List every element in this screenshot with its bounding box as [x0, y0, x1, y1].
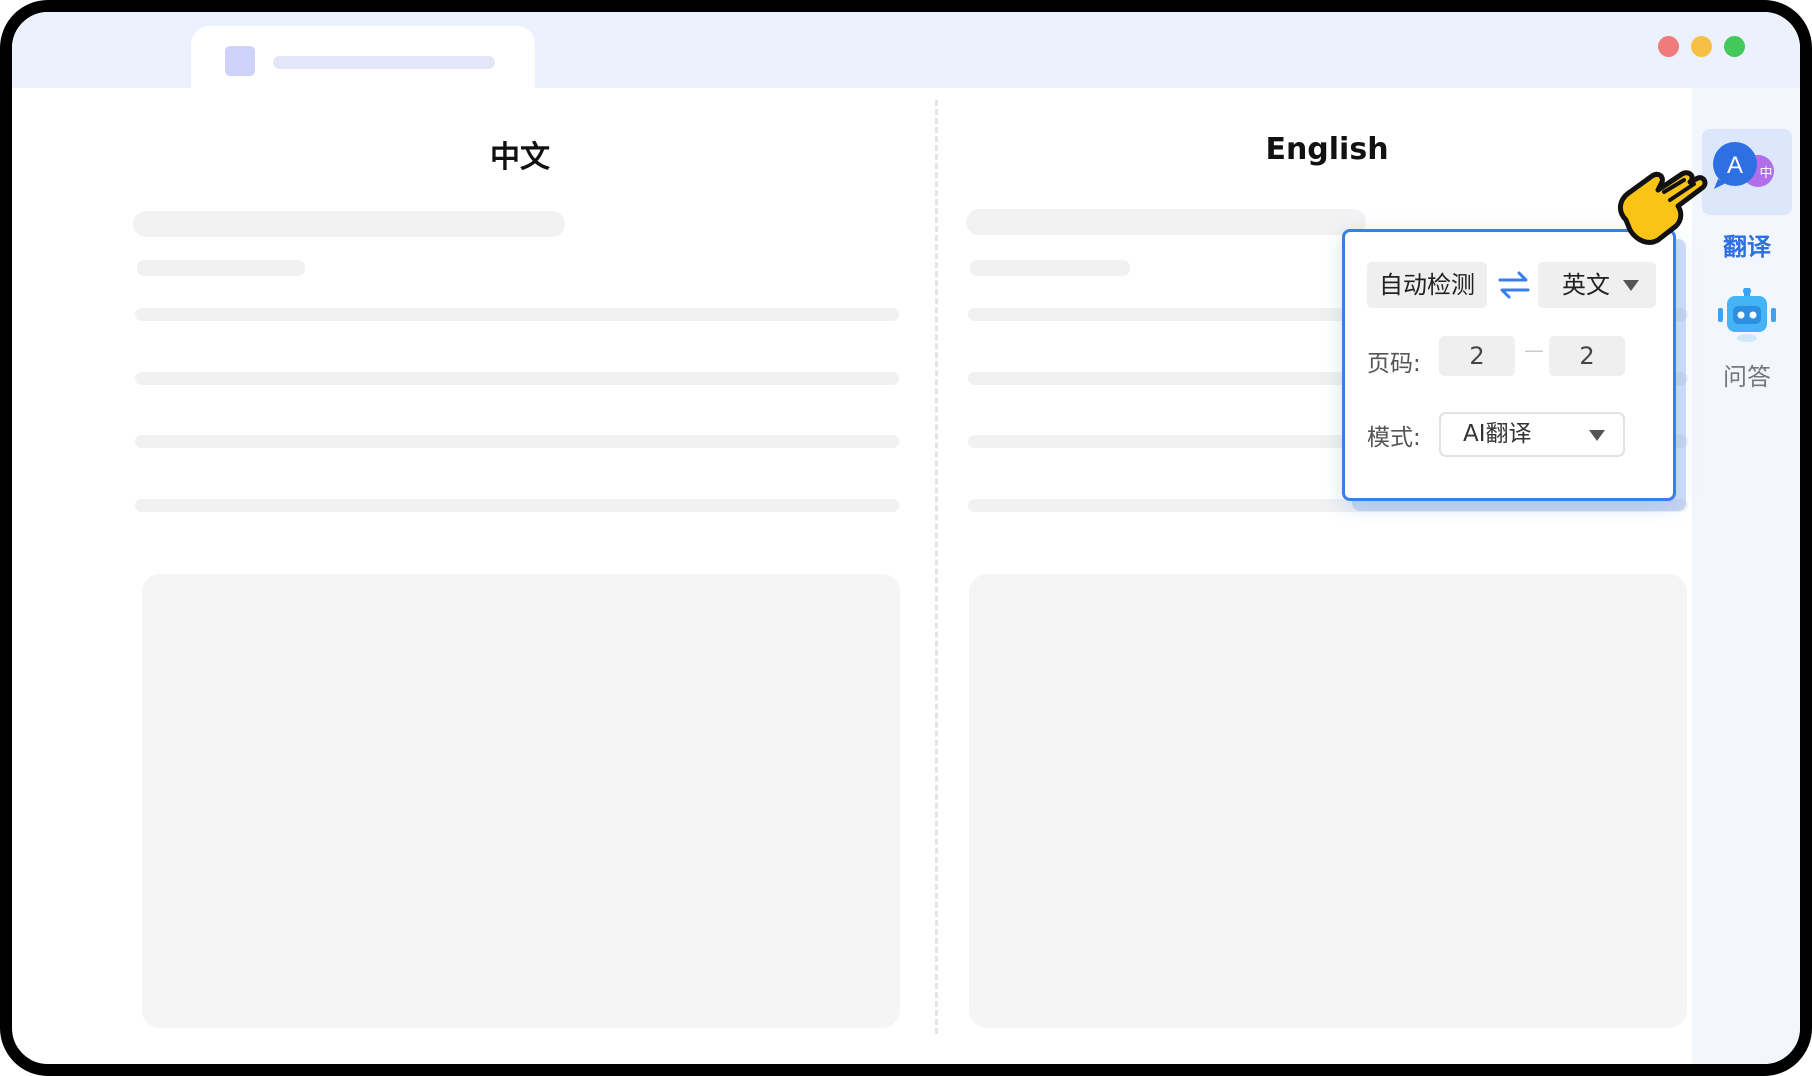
skeleton-heading	[133, 211, 565, 237]
document-tab[interactable]	[191, 26, 535, 100]
document-icon	[225, 46, 255, 76]
robot-icon	[1718, 288, 1776, 342]
chevron-down-icon	[1623, 280, 1639, 291]
target-language-select[interactable]: 英文	[1538, 262, 1656, 308]
title-bar	[12, 12, 1800, 100]
mode-value: AI翻译	[1463, 421, 1532, 447]
mode-select[interactable]: AI翻译	[1439, 412, 1625, 457]
sidebar-item-translate[interactable]: A 中	[1702, 129, 1792, 215]
target-language-value: 英文	[1562, 271, 1610, 299]
page-to-input[interactable]: 2	[1549, 336, 1625, 376]
mode-label: 模式:	[1367, 425, 1421, 451]
app-window: 中文 English A 中 翻译 问答 自动检测 英文 页码: 2 — 2 模…	[0, 0, 1812, 1076]
page-from-input[interactable]: 2	[1439, 336, 1515, 376]
tab-title-placeholder	[273, 56, 495, 69]
page-range-separator: —	[1524, 338, 1544, 362]
skeleton-line	[135, 372, 899, 385]
window-maximize-button[interactable]	[1724, 36, 1745, 57]
swap-arrows-icon[interactable]	[1497, 270, 1531, 300]
sidebar-item-qa[interactable]	[1702, 284, 1792, 344]
skeleton-image-block	[142, 574, 900, 1028]
skeleton-line	[135, 499, 899, 512]
translate-icon: A 中	[1713, 142, 1774, 189]
source-column-title: 中文	[490, 140, 550, 175]
sidebar-label-translate: 翻译	[1723, 233, 1771, 261]
svg-text:中: 中	[1759, 166, 1772, 181]
skeleton-subheading	[970, 260, 1130, 276]
skeleton-image-block	[969, 574, 1687, 1028]
skeleton-line	[135, 435, 899, 448]
page-range-label: 页码:	[1367, 351, 1421, 377]
window-minimize-button[interactable]	[1691, 36, 1712, 57]
skeleton-heading	[966, 209, 1366, 235]
pointing-hand-cursor-icon	[1618, 170, 1708, 245]
svg-text:A: A	[1727, 152, 1743, 179]
window-close-button[interactable]	[1658, 36, 1679, 57]
target-column-title: English	[1265, 132, 1389, 167]
sidebar-label-qa: 问答	[1723, 363, 1771, 391]
source-language-button[interactable]: 自动检测	[1367, 262, 1487, 308]
column-divider	[935, 100, 938, 1034]
translation-settings-popover: 自动检测 英文 页码: 2 — 2 模式: AI翻译	[1342, 229, 1676, 501]
skeleton-subheading	[137, 260, 305, 276]
skeleton-line	[135, 308, 899, 321]
chevron-down-icon	[1589, 430, 1605, 441]
